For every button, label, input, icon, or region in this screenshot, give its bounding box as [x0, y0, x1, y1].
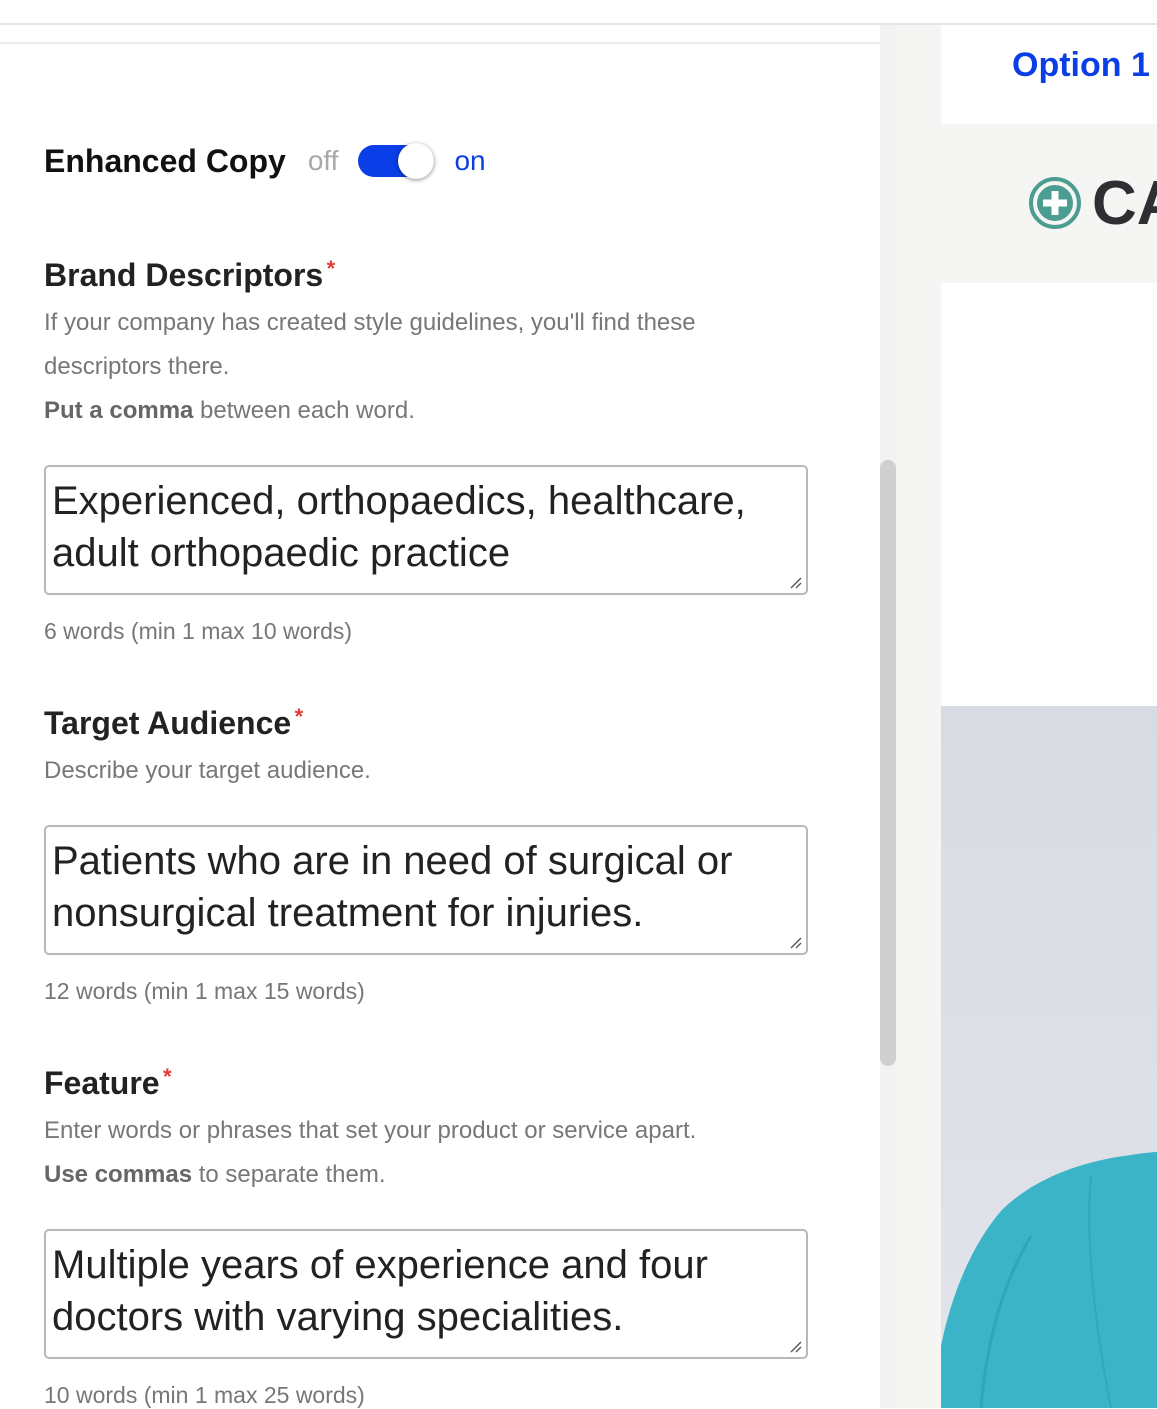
enhanced-copy-toggle-row: Enhanced Copy off on — [44, 140, 486, 182]
field-label: Brand Descriptors * — [44, 255, 335, 295]
feature-textarea[interactable]: Multiple years of experience and four do… — [44, 1229, 808, 1359]
feature-label: Feature — [44, 1065, 160, 1101]
textarea-line: nonsurgical treatment for injuries. — [52, 891, 644, 935]
brand-logo-text: CA — [1092, 169, 1157, 238]
target-audience-label: Target Audience — [44, 705, 292, 741]
toggle-off-label[interactable]: off — [308, 145, 339, 177]
word-count: 6 words (min 1 max 10 words) — [44, 618, 353, 644]
option-label[interactable]: Option 1 — [1012, 46, 1150, 85]
help-line: Enter words or phrases that set your pro… — [44, 1117, 697, 1144]
panel-divider — [0, 42, 880, 44]
field-label: Target Audience * — [44, 703, 303, 743]
field-help-text: If your company has created style guidel… — [44, 301, 814, 433]
medical-cross-logo-icon — [1029, 177, 1081, 229]
required-asterisk: * — [294, 704, 304, 729]
resize-grip-icon[interactable] — [788, 935, 802, 949]
target-audience-field: Target Audience * Describe your target au… — [44, 703, 814, 1005]
toggle-on-label[interactable]: on — [454, 145, 485, 177]
doctor-photo — [941, 706, 1157, 1408]
word-count: 10 words (min 1 max 25 words) — [44, 1382, 365, 1408]
required-asterisk: * — [163, 1064, 172, 1089]
help-line: If your company has created style guidel… — [44, 309, 696, 336]
brand-descriptors-label: Brand Descriptors — [44, 257, 324, 293]
scrollbar-thumb[interactable] — [880, 460, 896, 1066]
brand-descriptors-field: Brand Descriptors * If your company has c… — [44, 255, 814, 645]
textarea-line: Patients who are in need of surgical or — [52, 839, 733, 883]
hint-line: Put a comma between each word. — [44, 389, 814, 433]
resize-grip-icon[interactable] — [788, 1339, 802, 1353]
hint-bold: Use commas — [44, 1161, 193, 1188]
enhanced-copy-switch[interactable] — [358, 143, 435, 179]
hint-rest: to separate them. — [192, 1161, 386, 1188]
hint-rest: between each word. — [193, 397, 415, 424]
scrubs-shirt-image — [941, 1152, 1157, 1408]
brand-descriptors-textarea[interactable]: Experienced, orthopaedics, healthcare, a… — [44, 465, 808, 595]
field-help-text: Describe your target audience. — [44, 749, 814, 793]
help-line: descriptors there. — [44, 353, 230, 380]
switch-knob[interactable] — [398, 143, 435, 179]
textarea-line: adult orthopaedic practice — [52, 531, 511, 575]
field-help-text: Enter words or phrases that set your pro… — [44, 1109, 814, 1197]
textarea-line: doctors with varying specialities. — [52, 1295, 624, 1339]
required-asterisk: * — [326, 256, 336, 281]
hint-line: Use commas to separate them. — [44, 1153, 814, 1197]
target-audience-textarea[interactable]: Patients who are in need of surgical or … — [44, 825, 808, 955]
textarea-line: Multiple years of experience and four — [52, 1243, 708, 1287]
top-bar — [0, 0, 1157, 25]
resize-grip-icon[interactable] — [788, 575, 802, 589]
feature-field: Feature * Enter words or phrases that set… — [44, 1063, 814, 1409]
textarea-line: Experienced, orthopaedics, healthcare, — [52, 479, 746, 523]
preview-content-area — [941, 283, 1157, 706]
enhanced-copy-label: Enhanced Copy — [44, 142, 286, 179]
hint-bold: Put a comma — [44, 397, 194, 424]
field-label: Feature * — [44, 1063, 172, 1103]
word-count: 12 words (min 1 max 15 words) — [44, 978, 365, 1004]
help-line: Describe your target audience. — [44, 757, 371, 784]
